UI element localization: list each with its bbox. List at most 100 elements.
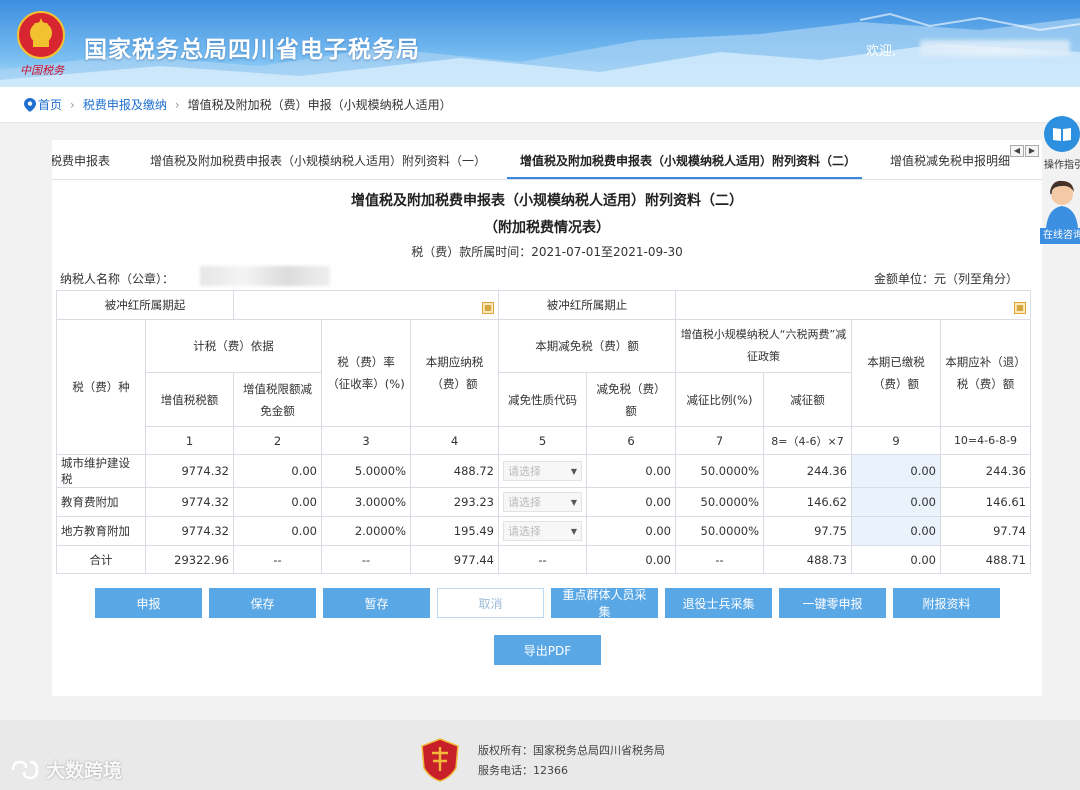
total-vat-deduct: --	[233, 545, 322, 574]
cell-reduce-value: 97.75	[763, 516, 852, 546]
cell-reduce-amount: 0.00	[586, 516, 676, 546]
dropdown-arrow-icon: ▼	[570, 526, 577, 536]
cell-vat-deduct: 0.00	[233, 487, 322, 517]
cell-vat-deduct: 0.00	[233, 516, 322, 546]
watermark: 大数跨境	[10, 756, 122, 783]
header-code: 减免性质代码	[498, 372, 587, 427]
key-group-collect-button[interactable]: 重点群体人员采集	[551, 588, 658, 619]
cell-reduce-amount: 0.00	[586, 487, 676, 517]
cell-vat-deduct: 0.00	[233, 454, 322, 488]
cell-rate: 2.0000%	[321, 516, 411, 546]
total-ratio: --	[675, 545, 764, 574]
taxpayer-name-redacted	[200, 266, 330, 286]
cell-reduce-value: 146.62	[763, 487, 852, 517]
header-reduction: 本期减免税（费）额	[498, 319, 676, 373]
paid-input[interactable]: 0.00	[851, 516, 941, 546]
tab-attachment-1[interactable]: 增值税及附加税费申报表（小规模纳税人适用）附列资料（一）	[150, 152, 486, 169]
reduction-code-select[interactable]: 请选择 ▼	[498, 454, 587, 488]
attach-docs-button[interactable]: 附报资料	[893, 588, 1000, 618]
header-paid: 本期已缴税（费）额	[851, 319, 941, 427]
total-reduce-value: 488.73	[763, 545, 852, 574]
cell-ratio: 50.0000%	[675, 487, 764, 517]
table-row: 地方教育附加 9774.32 0.00 2.0000% 195.49 请选择 ▼ …	[56, 516, 1031, 546]
breadcrumb-current: 增值税及附加税（费）申报（小规模纳税人适用）	[187, 98, 452, 112]
cell-vat: 9774.32	[145, 516, 234, 546]
column-number: 3	[321, 426, 411, 455]
export-pdf-button[interactable]: 导出PDF	[494, 635, 601, 665]
header-tax-type: 税（费）种	[56, 319, 146, 455]
reduction-code-select[interactable]: 请选择 ▼	[498, 516, 587, 546]
tab-prev-icon[interactable]: ◀	[1010, 145, 1024, 157]
offset-start-input[interactable]: ▦	[233, 290, 499, 320]
tab-bar: 税费申报表 增值税及附加税费申报表（小规模纳税人适用）附列资料（一） 增值税及附…	[52, 140, 1042, 180]
calendar-icon[interactable]: ▦	[482, 302, 494, 314]
declare-button[interactable]: 申报	[95, 588, 202, 618]
calendar-icon[interactable]: ▦	[1014, 302, 1026, 314]
cell-vat: 9774.32	[145, 487, 234, 517]
welcome-text: 欢迎,	[866, 44, 897, 59]
tab-main-form[interactable]: 税费申报表	[52, 152, 110, 169]
column-number: 2	[233, 426, 322, 455]
cell-rate: 5.0000%	[321, 454, 411, 488]
offset-end-input[interactable]: ▦	[675, 290, 1031, 320]
cell-ratio: 50.0000%	[675, 454, 764, 488]
table-row: 教育费附加 9774.32 0.00 3.0000% 293.23 请选择 ▼ 0…	[56, 487, 1031, 517]
column-number: 6	[586, 426, 676, 455]
row-tax-name: 地方教育附加	[56, 516, 146, 546]
cell-vat: 9774.32	[145, 454, 234, 488]
footer-copyright: 版权所有：国家税务总局四川省税务局	[478, 744, 665, 757]
tab-exemption-detail[interactable]: 增值税减免税申报明细	[890, 152, 1010, 169]
breadcrumb-level1[interactable]: 税费申报及缴纳	[83, 96, 167, 113]
main-panel: 税费申报表 增值税及附加税费申报表（小规模纳税人适用）附列资料（一） 增值税及附…	[52, 140, 1042, 696]
online-consult-widget[interactable]: 在线咨询	[1040, 176, 1080, 246]
column-number: 4	[410, 426, 499, 455]
dropdown-arrow-icon: ▼	[570, 466, 577, 476]
header-ratio: 减征比例(%)	[675, 372, 764, 427]
cell-payable: 195.49	[410, 516, 499, 546]
column-number: 8=（4-6）×7	[763, 426, 852, 455]
reduction-code-select[interactable]: 请选择 ▼	[498, 487, 587, 517]
save-button[interactable]: 保存	[209, 588, 316, 618]
tab-attachment-2[interactable]: 增值税及附加税费申报表（小规模纳税人适用）附列资料（二）	[520, 152, 856, 169]
dropdown-arrow-icon: ▼	[570, 497, 577, 507]
agent-avatar-icon	[1046, 180, 1078, 228]
cell-refund: 244.36	[940, 454, 1031, 488]
column-number: 1	[145, 426, 234, 455]
operation-guide-widget[interactable]: 操作指引	[1044, 116, 1080, 176]
tax-emblem-icon	[17, 11, 65, 59]
cancel-button[interactable]: 取消	[437, 588, 544, 618]
column-number: 5	[498, 426, 587, 455]
header-payable: 本期应纳税（费）额	[410, 319, 499, 427]
select-placeholder: 请选择	[508, 465, 541, 478]
offset-end-label: 被冲红所属期止	[498, 290, 676, 320]
tax-badge-icon	[421, 738, 459, 782]
column-number: 10=4-6-8-9	[940, 426, 1031, 455]
veteran-collect-button[interactable]: 退役士兵采集	[665, 588, 772, 618]
amount-unit: 金额单位：元（列至角分）	[873, 272, 1018, 286]
header-vat-deduct: 增值税限额减免金额	[233, 372, 322, 427]
tax-period: 税（费）款所属时间：2021-07-01至2021-09-30	[411, 245, 683, 259]
total-vat: 29322.96	[145, 545, 234, 574]
zero-declare-button[interactable]: 一键零申报	[779, 588, 886, 618]
paid-input[interactable]: 0.00	[851, 454, 941, 488]
book-icon	[1044, 116, 1080, 152]
surcharge-table: 被冲红所属期起 ▦ 被冲红所属期止 ▦ 税（费）种 计税（费）依据 税（费）率（…	[56, 290, 1031, 574]
form-title: 增值税及附加税费申报表（小规模纳税人适用）附列资料（二）	[351, 193, 743, 209]
row-tax-name: 教育费附加	[56, 487, 146, 517]
watermark-text: 大数跨境	[46, 760, 123, 782]
table-total-row: 合计 29322.96 -- -- 977.44 -- 0.00 -- 488.…	[56, 545, 1031, 574]
user-name-redacted[interactable]	[920, 40, 1070, 56]
footer-phone: 服务电话：12366	[478, 764, 568, 777]
header-reduce-amount: 减免税（费）额	[586, 372, 676, 427]
brand-signature: 中国税务	[20, 64, 64, 77]
cell-refund: 146.61	[940, 487, 1031, 517]
temp-save-button[interactable]: 暂存	[323, 588, 430, 618]
header-reduce-value: 减征额	[763, 372, 852, 427]
paid-input[interactable]: 0.00	[851, 487, 941, 517]
total-paid: 0.00	[851, 545, 941, 574]
tab-next-icon[interactable]: ▶	[1025, 145, 1039, 157]
header-basis: 计税（费）依据	[145, 319, 322, 373]
offset-start-label: 被冲红所属期起	[56, 290, 234, 320]
footer-info: 版权所有：国家税务总局四川省税务局 服务电话：12366	[478, 741, 665, 781]
breadcrumb-home[interactable]: 首页	[24, 96, 62, 113]
